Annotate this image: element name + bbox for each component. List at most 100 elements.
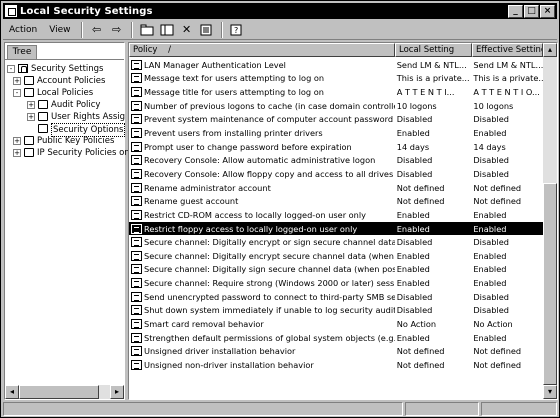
cell-policy: Restrict floppy access to locally logged… [144, 223, 358, 234]
scroll-track[interactable] [19, 385, 110, 399]
cell-effective-setting: Enabled [473, 278, 507, 289]
cell-policy: Recovery Console: Allow floppy copy and … [144, 168, 395, 179]
cell-policy: Message text for users attempting to log… [144, 73, 325, 84]
cell-effective-setting: Enabled [473, 223, 507, 234]
title-bar[interactable]: Local Security Settings _ □ × [3, 3, 557, 19]
table-row[interactable]: Strengthen default permissions of global… [129, 331, 543, 345]
policy-icon [131, 100, 142, 111]
table-row[interactable]: Restrict floppy access to locally logged… [129, 221, 543, 236]
table-row[interactable]: Secure channel: Digitally encrypt or sig… [129, 235, 543, 249]
column-header-policy[interactable]: Policy / [129, 43, 395, 57]
export-list-icon[interactable] [198, 22, 216, 38]
help-icon[interactable]: ? [228, 22, 246, 38]
table-row[interactable]: Prevent users from installing printer dr… [129, 126, 543, 140]
sort-indicator-icon: / [168, 45, 172, 55]
table-row[interactable]: Prevent system maintenance of computer a… [129, 113, 543, 127]
policy-icon [131, 264, 142, 275]
column-header-local-setting[interactable]: Local Setting [395, 43, 472, 57]
table-row[interactable]: Unsigned non-driver installation behavio… [129, 358, 543, 372]
tree-node[interactable]: + Account Policies [5, 75, 124, 87]
folder-icon [38, 112, 48, 121]
up-folder-icon[interactable] [138, 22, 156, 38]
tab-tree[interactable]: Tree [7, 45, 37, 59]
policy-icon [131, 318, 142, 329]
cell-local-setting: Not defined [396, 196, 445, 207]
cell-effective-setting: No Action [473, 318, 513, 329]
minimize-button[interactable]: _ [508, 4, 523, 18]
table-row[interactable]: Rename administrator account Not defined N… [129, 181, 543, 195]
expand-icon[interactable]: + [27, 113, 35, 121]
status-panel-3 [481, 402, 557, 416]
table-row[interactable]: Unsigned driver installation behavior Not… [129, 344, 543, 358]
menu-view[interactable]: View [43, 25, 76, 35]
list-vertical-scrollbar[interactable]: ▴ ▾ [543, 43, 557, 399]
tree-node[interactable]: + Public Key Policies [5, 135, 124, 147]
cell-local-setting: Send LM & NTL... [396, 59, 467, 70]
scroll-right-button[interactable]: ▸ [110, 385, 124, 399]
cell-local-setting: Not defined [396, 182, 445, 193]
scroll-down-button[interactable]: ▾ [543, 385, 557, 399]
expand-icon[interactable]: + [13, 149, 21, 157]
tree-horizontal-scrollbar[interactable]: ◂ ▸ [5, 385, 124, 399]
column-header-effective-setting[interactable]: Effective Setting [472, 43, 543, 57]
policy-rows: LAN Manager Authentication Level Send LM … [129, 58, 543, 372]
toolbar-separator [80, 21, 83, 38]
maximize-button[interactable]: □ [524, 4, 539, 18]
table-row[interactable]: Secure channel: Digitally sign secure ch… [129, 263, 543, 277]
table-row[interactable]: Rename guest account Not defined Not defin… [129, 194, 543, 208]
table-row[interactable]: Send unencrypted password to connect to … [129, 290, 543, 304]
tree-node-label: User Rights Assig [51, 112, 126, 122]
cell-local-setting: Disabled [396, 155, 433, 166]
table-row[interactable]: Prompt user to change password before ex… [129, 140, 543, 154]
table-row[interactable]: Recovery Console: Allow automatic admini… [129, 153, 543, 167]
tree-node[interactable]: + Audit Policy [5, 99, 124, 111]
expand-icon[interactable]: + [13, 77, 21, 85]
scroll-left-button[interactable]: ◂ [5, 385, 19, 399]
delete-icon[interactable]: ✕ [178, 22, 196, 38]
close-button[interactable]: × [540, 4, 555, 18]
scroll-thumb[interactable] [543, 183, 557, 385]
scroll-up-button[interactable]: ▴ [543, 43, 557, 57]
forward-arrow-icon[interactable]: ⇨ [108, 22, 126, 38]
cell-local-setting: Disabled [396, 168, 433, 179]
tree-node[interactable]: + User Rights Assig [5, 111, 126, 123]
policy-icon [131, 332, 142, 343]
back-arrow-icon[interactable]: ⇦ [88, 22, 106, 38]
table-row[interactable]: LAN Manager Authentication Level Send LM … [129, 58, 543, 72]
collapse-icon[interactable]: - [7, 65, 15, 73]
tree-node[interactable]: - Security Settings [5, 63, 124, 75]
cell-effective-setting: Not defined [473, 182, 522, 193]
menu-action[interactable]: Action [3, 25, 43, 35]
folder-icon [24, 136, 34, 145]
cell-local-setting: Enabled [396, 264, 430, 275]
cell-local-setting: Enabled [396, 128, 430, 139]
toolbar-separator [220, 21, 223, 38]
scroll-thumb[interactable] [19, 385, 99, 399]
tree-node[interactable]: + IP Security Policies on [5, 147, 130, 159]
table-row[interactable]: Secure channel: Require strong (Windows … [129, 276, 543, 290]
table-row[interactable]: Message text for users attempting to log… [129, 72, 543, 86]
expand-icon[interactable]: + [27, 101, 35, 109]
cell-policy: Send unencrypted password to connect to … [144, 291, 395, 302]
collapse-icon[interactable]: - [13, 89, 21, 97]
table-row[interactable]: Restrict CD-ROM access to locally logged… [129, 208, 543, 222]
tree-node-label: Audit Policy [51, 100, 101, 110]
cell-policy: Shut down system immediately if unable t… [144, 305, 395, 316]
cell-local-setting: No Action [396, 318, 437, 329]
table-row[interactable]: Secure channel: Digitally encrypt secure… [129, 249, 543, 263]
table-row[interactable]: Shut down system immediately if unable t… [129, 304, 543, 318]
table-row[interactable]: Number of previous logons to cache (in c… [129, 99, 543, 113]
policy-icon [131, 73, 142, 84]
cell-effective-setting: 10 logons [473, 100, 514, 111]
status-bar [3, 402, 557, 416]
table-row[interactable]: Message title for users attempting to lo… [129, 85, 543, 99]
cell-effective-setting: Disabled [473, 168, 509, 179]
cell-policy: Secure channel: Digitally encrypt secure… [144, 250, 395, 261]
tree-node[interactable]: Security Options [5, 123, 126, 137]
table-row[interactable]: Smart card removal behavior No Action No A… [129, 317, 543, 331]
cell-policy: Rename administrator account [144, 182, 271, 193]
table-row[interactable]: Recovery Console: Allow floppy copy and … [129, 167, 543, 181]
tree-node[interactable]: - Local Policies [5, 87, 124, 99]
show-hide-tree-icon[interactable] [158, 22, 176, 38]
expand-icon[interactable]: + [13, 137, 21, 145]
